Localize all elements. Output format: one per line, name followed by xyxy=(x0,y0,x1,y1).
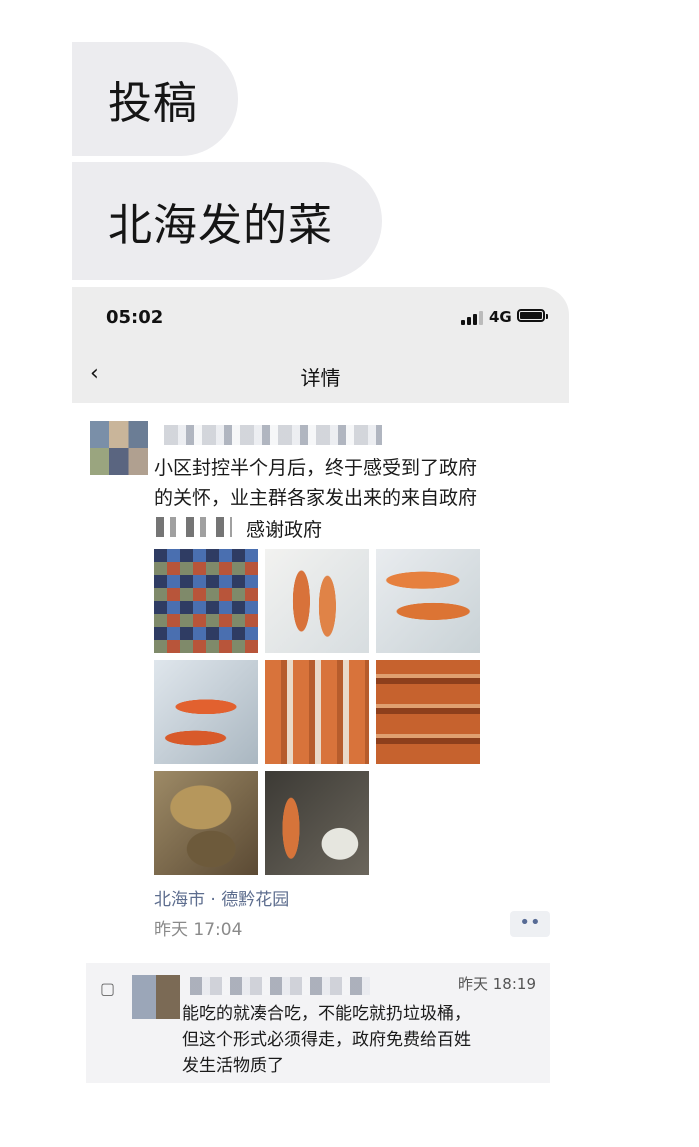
chat-message-text: 投稿 xyxy=(108,78,198,129)
photo-thumbnail[interactable] xyxy=(265,549,369,653)
post-text-line: 的关怀，业主群各家发出来的来自政府 xyxy=(154,487,478,509)
photo-thumbnail[interactable] xyxy=(154,771,258,875)
comment-time: 昨天 18:19 xyxy=(458,975,536,993)
page-title: 详情 xyxy=(300,366,341,390)
comment-text-line: 发生活物质了 xyxy=(182,1056,284,1076)
post-location[interactable]: 北海市 · 德黔花园 xyxy=(154,885,289,910)
signal-icon xyxy=(461,311,485,325)
status-time: 05:02 xyxy=(106,307,164,328)
status-bar: 05:02 4G xyxy=(72,287,569,347)
commenter-avatar[interactable] xyxy=(132,975,180,1019)
post-text-line: 感谢政府 xyxy=(246,519,323,541)
avatar[interactable] xyxy=(90,421,148,475)
redacted-text xyxy=(156,517,232,537)
comments-section: ▢ 昨天 18:19 能吃的就凑合吃，不能吃就扔垃圾桶， 但这个形式必须得走，政… xyxy=(86,963,550,1083)
photo-thumbnail-redacted[interactable] xyxy=(154,549,258,653)
phone-screenshot: 05:02 4G ‹ 详情 小区封控半个月后，终于感受到了政府 的关怀，业主群各… xyxy=(72,287,569,1093)
photo-thumbnail[interactable] xyxy=(265,771,369,875)
network-label: 4G xyxy=(489,308,512,326)
comment-text-line: 能吃的就凑合吃，不能吃就扔垃圾桶， xyxy=(182,1004,471,1024)
commenter-name-redacted[interactable] xyxy=(190,977,370,995)
photo-thumbnail[interactable] xyxy=(376,660,480,764)
author-name-redacted[interactable] xyxy=(164,425,382,445)
nav-bar: ‹ 详情 xyxy=(72,347,569,403)
photo-thumbnail[interactable] xyxy=(154,660,258,764)
more-actions-button[interactable]: •• xyxy=(510,911,550,937)
comment-icon: ▢ xyxy=(100,979,116,998)
photo-grid xyxy=(154,549,484,879)
photo-thumbnail[interactable] xyxy=(376,549,480,653)
post-text-line: 小区封控半个月后，终于感受到了政府 xyxy=(154,457,478,479)
battery-icon xyxy=(517,309,548,322)
comment-text-line: 但这个形式必须得走，政府免费给百姓 xyxy=(182,1030,471,1050)
chat-bubble-1: 投稿 xyxy=(72,42,238,156)
chat-bubble-2: 北海发的菜 xyxy=(72,162,382,280)
post-time: 昨天 17:04 xyxy=(154,920,243,940)
photo-thumbnail[interactable] xyxy=(265,660,369,764)
chat-message-text: 北海发的菜 xyxy=(108,200,333,251)
